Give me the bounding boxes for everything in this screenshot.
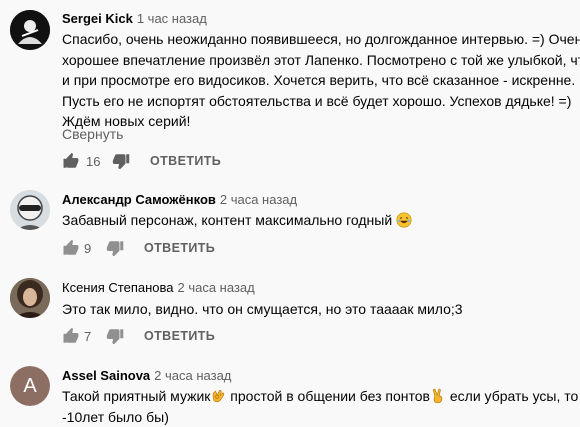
author-name[interactable]: Sergei Kick [62, 11, 133, 26]
comment-text-line: Ждём новых серий! [62, 111, 580, 132]
comment-text: Забавный персонаж, контент максимально г… [62, 210, 412, 231]
like-count: 16 [86, 154, 100, 169]
avatar[interactable] [10, 190, 50, 230]
comment-text-line: Такой приятный мужик простой в общении б… [62, 386, 578, 407]
comment-actions: 16 ОТВЕТИТЬ [62, 152, 362, 172]
comment-text: Это так мило, видно. что он смущается, н… [62, 299, 463, 320]
comment-time[interactable]: 1 час назад [137, 11, 207, 26]
comment-text-line: Спасибо, очень неожиданно появившееся, н… [62, 29, 580, 50]
thumbs-up-icon[interactable] [62, 239, 80, 257]
comment-text-part: простой в общении без понтов [226, 388, 430, 404]
author-name[interactable]: Александр Саможёнков [62, 192, 216, 207]
comment-text-part: Такой приятный мужик [62, 388, 210, 404]
comment-actions: 7 ОТВЕТИТЬ [62, 327, 362, 347]
avatar[interactable]: A [10, 366, 50, 406]
author-line: Александр Саможёнков 2 часа назад [62, 192, 297, 207]
comment-text-line: и при просмотре его видосиков. Хочется в… [62, 70, 580, 91]
avatar-image [10, 278, 50, 318]
avatar[interactable] [10, 278, 50, 318]
author-line: Assel Sainova 2 часа назад [62, 368, 231, 383]
comment-actions: 9 ОТВЕТИТЬ [62, 239, 362, 259]
collapse-button[interactable]: Свернуть [62, 126, 123, 142]
reply-button[interactable]: ОТВЕТИТЬ [144, 241, 215, 255]
thumbs-up-icon[interactable] [62, 327, 80, 345]
comment-text-line: -10лет было бы) [62, 407, 578, 427]
victory-hand-emoji-icon [430, 388, 446, 404]
like-count: 9 [84, 241, 91, 256]
reply-button[interactable]: ОТВЕТИТЬ [150, 154, 221, 168]
ok-hand-emoji-icon [210, 388, 226, 404]
comment-text-line: Это так мило, видно. что он смущается, н… [62, 299, 463, 320]
comment-text-line: Пусть его не испортят обстоятельства и в… [62, 91, 580, 112]
thumbs-down-icon[interactable] [106, 239, 124, 257]
comment-text-line: Забавный персонаж, контент максимально г… [62, 210, 412, 231]
comment-text: Спасибо, очень неожиданно появившееся, н… [62, 29, 580, 132]
avatar-letter: A [23, 375, 36, 398]
comment-text-content: Забавный персонаж, контент максимально г… [62, 212, 392, 228]
author-name[interactable]: Ксения Степанова [62, 280, 174, 295]
comment-time[interactable]: 2 часа назад [178, 280, 255, 295]
comment-text: Такой приятный мужик простой в общении б… [62, 386, 578, 427]
avatar[interactable] [10, 10, 50, 50]
reply-button[interactable]: ОТВЕТИТЬ [144, 329, 215, 343]
comment-text-part: если убрать усы, то [446, 388, 578, 404]
like-count: 7 [84, 329, 91, 344]
laughing-emoji-icon [396, 212, 412, 228]
comment-text-line: хорошее впечатление произвёл этот Лапенк… [62, 50, 580, 71]
author-line: Ксения Степанова 2 часа назад [62, 280, 255, 295]
author-name[interactable]: Assel Sainova [62, 368, 150, 383]
thumbs-down-icon[interactable] [112, 152, 130, 170]
author-line: Sergei Kick 1 час назад [62, 11, 207, 26]
avatar-image [10, 10, 50, 50]
thumbs-up-icon[interactable] [62, 152, 80, 170]
comment-time[interactable]: 2 часа назад [220, 192, 297, 207]
avatar-letter-bg: A [10, 366, 50, 406]
thumbs-down-icon[interactable] [106, 327, 124, 345]
avatar-image [10, 190, 50, 230]
comment-time[interactable]: 2 часа назад [154, 368, 231, 383]
